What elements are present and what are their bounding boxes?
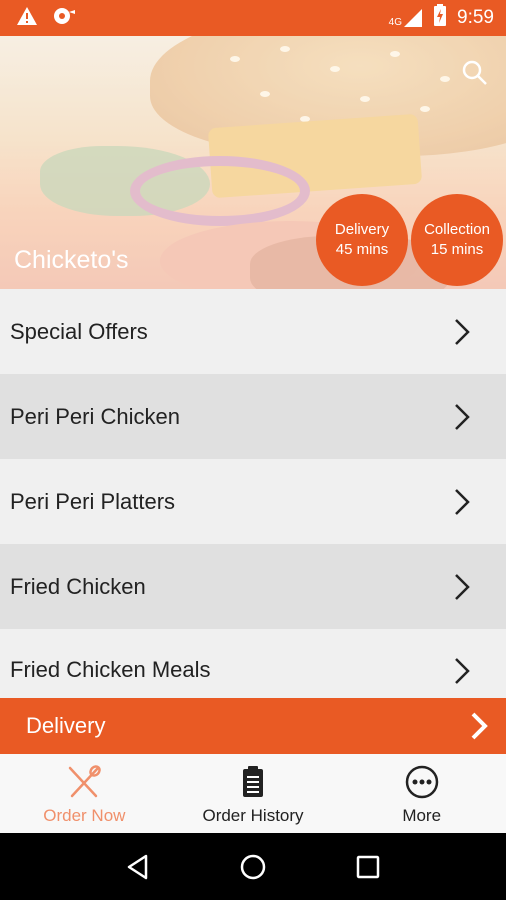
bottom-tab-bar: Order Now Order History More: [0, 754, 506, 833]
clipboard-icon: [243, 766, 263, 797]
chevron-right-icon: [455, 488, 470, 515]
delivery-badge-time: 45 mins: [335, 241, 389, 258]
chevron-right-icon: [455, 318, 470, 345]
category-list: Special Offers Peri Peri Chicken Peri Pe…: [0, 289, 506, 698]
tab-order-history[interactable]: Order History: [169, 754, 338, 833]
store-name: Chicketo's: [14, 246, 129, 274]
recents-icon[interactable]: [354, 853, 382, 881]
chevron-right-icon: [455, 403, 470, 430]
chevron-right-icon: [455, 658, 470, 684]
tab-label: Order History: [202, 806, 304, 825]
back-icon[interactable]: [124, 853, 152, 881]
delivery-time-badge[interactable]: Delivery 45 mins: [316, 194, 408, 286]
fork-knife-icon: [69, 765, 102, 798]
tab-order-now[interactable]: Order Now: [0, 754, 169, 833]
category-fried-chicken[interactable]: Fried Chicken: [0, 544, 506, 629]
category-label: Fried Chicken Meals: [10, 657, 211, 682]
status-time: 9:59: [457, 7, 494, 28]
notification-icon: [52, 6, 76, 31]
system-nav-bar: [0, 833, 506, 900]
tab-more[interactable]: More: [337, 754, 506, 833]
category-label: Peri Peri Platters: [10, 488, 176, 514]
category-label: Peri Peri Chicken: [10, 403, 180, 429]
hero-banner: Chicketo's Delivery 45 mins Collection 1…: [0, 36, 506, 289]
category-peri-peri-platters[interactable]: Peri Peri Platters: [0, 459, 506, 544]
order-type-bar[interactable]: Delivery: [0, 698, 506, 754]
collection-badge-label: Collection: [424, 221, 490, 238]
tab-label: Order Now: [43, 806, 126, 825]
category-peri-peri-chicken[interactable]: Peri Peri Chicken: [0, 374, 506, 459]
warning-icon: [16, 6, 38, 31]
category-special-offers[interactable]: Special Offers: [0, 289, 506, 374]
category-fried-chicken-meals[interactable]: Fried Chicken Meals: [0, 629, 506, 698]
home-icon[interactable]: [239, 853, 267, 881]
more-icon: [405, 765, 438, 799]
order-type-label: Delivery: [26, 713, 106, 738]
network-type: 4G: [388, 17, 403, 28]
tab-label: More: [402, 806, 442, 825]
chevron-right-icon: [455, 573, 470, 600]
chevron-right-icon: [471, 712, 488, 740]
delivery-badge-label: Delivery: [334, 221, 390, 238]
collection-badge-time: 15 mins: [430, 241, 484, 258]
category-label: Special Offers: [10, 318, 148, 344]
collection-time-badge[interactable]: Collection 15 mins: [411, 194, 503, 286]
status-bar: 4G 9:59: [0, 0, 506, 36]
signal-icon: 4G: [389, 8, 423, 28]
category-label: Fried Chicken: [10, 573, 146, 599]
search-icon[interactable]: [462, 60, 488, 86]
battery-icon: [433, 4, 447, 32]
